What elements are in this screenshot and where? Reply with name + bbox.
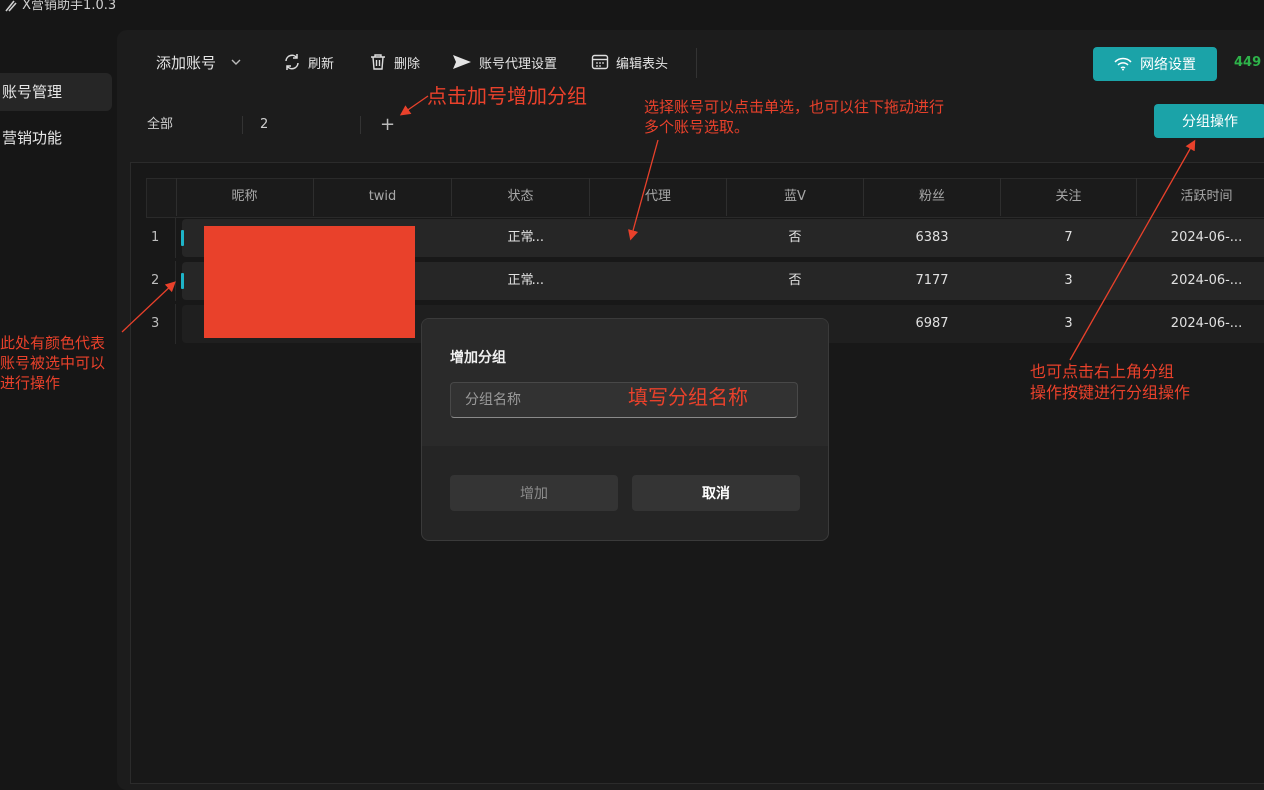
- toolbar-divider: [696, 48, 697, 78]
- header-nickname: 昵称: [176, 178, 314, 216]
- dialog-title: 增加分组: [450, 350, 506, 366]
- network-settings-button[interactable]: 网络设置: [1093, 47, 1217, 81]
- annotation-click-plus: 点击加号增加分组: [427, 84, 587, 108]
- delete-label: 删除: [394, 56, 421, 72]
- cell-fans: 6383: [915, 230, 949, 245]
- cell-active-time: 2024-06-...: [1170, 230, 1243, 245]
- annotation-color-line1: 此处有颜色代表: [0, 334, 106, 352]
- annotation-fill-name: 填写分组名称: [628, 385, 748, 409]
- header-status: 状态: [452, 178, 590, 216]
- cancel-button[interactable]: 取消: [632, 475, 800, 511]
- sidebar-item-label: 营销功能: [2, 129, 63, 147]
- group-tab-divider: [242, 116, 243, 134]
- sidebar-item-label: 账号管理: [2, 83, 63, 101]
- cell-follow: 3: [1064, 273, 1073, 288]
- cell-fans: 7177: [915, 273, 949, 288]
- delete-button[interactable]: 删除: [368, 44, 420, 80]
- header-blue-v: 蓝V: [727, 178, 864, 216]
- proxy-settings-button[interactable]: 账号代理设置: [451, 44, 557, 80]
- selection-indicator: [181, 230, 184, 246]
- row-index: 3: [146, 304, 176, 344]
- refresh-label: 刷新: [308, 56, 335, 72]
- table-icon: [591, 54, 609, 70]
- sidebar-item-marketing[interactable]: 营销功能: [0, 119, 112, 157]
- group-tab-all[interactable]: 全部: [147, 110, 173, 140]
- send-icon: [453, 55, 471, 69]
- edit-header-label: 编辑表头: [616, 56, 669, 72]
- header-index: [146, 178, 177, 216]
- annotation-color-line2: 账号被选中可以: [0, 354, 106, 372]
- group-tab-2[interactable]: 2: [260, 110, 268, 140]
- row-index: 2: [146, 261, 176, 301]
- cell-blue-v: 否: [788, 273, 802, 288]
- cell-status: 正常: [507, 230, 534, 245]
- header-fans: 粉丝: [864, 178, 1001, 216]
- network-settings-label: 网络设置: [1140, 57, 1196, 73]
- annotation-topright-line2: 操作按键进行分组操作: [1030, 383, 1191, 402]
- cell-active-time: 2024-06-...: [1170, 316, 1243, 331]
- app-title: X营销助手1.0.3: [4, 0, 116, 13]
- cell-follow: 7: [1064, 230, 1073, 245]
- annotation-select-line2: 多个账号选取。: [644, 118, 750, 136]
- cell-active-time: 2024-06-...: [1170, 273, 1243, 288]
- add-button[interactable]: 增加: [450, 475, 618, 511]
- group-tab-divider: [360, 116, 361, 134]
- cell-fans: 6987: [915, 316, 949, 331]
- row-index: 1: [146, 218, 176, 258]
- cell-status: 正常: [507, 273, 534, 288]
- trash-icon: [371, 54, 385, 70]
- sidebar-item-account-management[interactable]: 账号管理: [0, 73, 112, 111]
- annotation-select-line1: 选择账号可以点击单选，也可以往下拖动进行: [644, 98, 945, 116]
- refresh-icon: [285, 54, 299, 70]
- account-count: 449: [1234, 55, 1262, 70]
- header-twid: twid: [314, 178, 452, 216]
- edit-header-button[interactable]: 编辑表头: [590, 44, 668, 80]
- header-active-time: 活跃时间: [1180, 189, 1233, 204]
- add-group-plus-icon[interactable]: +: [380, 110, 395, 140]
- header-proxy: 代理: [590, 178, 727, 216]
- add-group-dialog: 增加分组 增加 取消: [421, 318, 829, 541]
- group-operation-button[interactable]: 分组操作: [1154, 104, 1264, 138]
- redaction-block: [204, 226, 415, 338]
- annotation-topright-line1: 也可点击右上角分组: [1030, 362, 1175, 381]
- cell-blue-v: 否: [788, 230, 802, 245]
- refresh-button[interactable]: 刷新: [282, 44, 334, 80]
- selection-indicator: [181, 273, 184, 289]
- wifi-icon: [1114, 57, 1132, 71]
- cell-follow: 3: [1064, 316, 1073, 331]
- app-logo-icon: [5, 0, 17, 12]
- annotation-color-line3: 进行操作: [0, 374, 61, 392]
- chevron-down-icon: [231, 59, 241, 65]
- add-account-dropdown[interactable]: 添加账号: [156, 44, 246, 80]
- title-bar: X营销助手1.0.3: [0, 0, 1264, 14]
- header-follow: 关注: [1001, 178, 1137, 216]
- proxy-settings-label: 账号代理设置: [479, 56, 558, 72]
- add-account-label: 添加账号: [156, 53, 217, 72]
